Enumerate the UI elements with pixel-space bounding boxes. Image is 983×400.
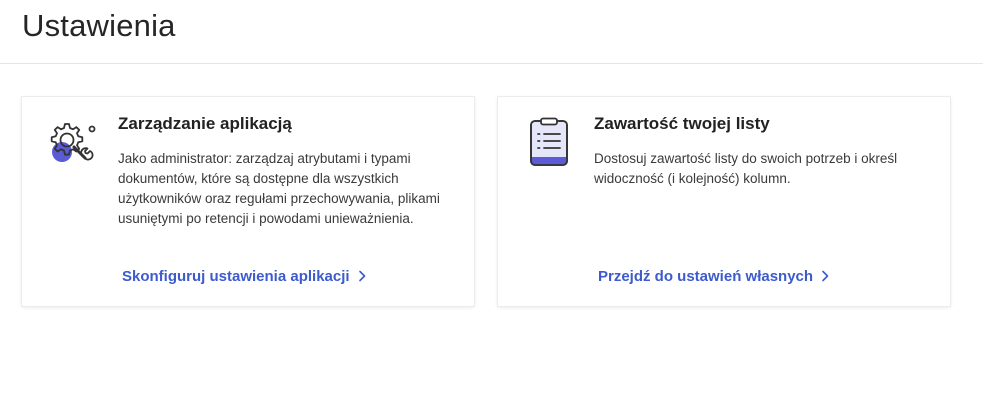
page-header: Ustawienia bbox=[0, 0, 983, 64]
card-list-content: Zawartość twojej listy Dostosuj zawartoś… bbox=[498, 97, 950, 306]
card-description: Dostosuj zawartość listy do swoich potrz… bbox=[594, 151, 898, 186]
chevron-right-icon bbox=[358, 268, 366, 288]
card-app-management: Zarządzanie aplikacją Jako administrator… bbox=[22, 97, 474, 306]
clipboard-list-icon bbox=[524, 117, 576, 169]
chevron-right-icon bbox=[821, 268, 829, 288]
card-title: Zawartość twojej listy bbox=[594, 114, 770, 133]
configure-app-settings-link[interactable]: Skonfiguruj ustawienia aplikacji bbox=[122, 267, 366, 288]
link-label: Skonfiguruj ustawienia aplikacji bbox=[122, 268, 350, 285]
link-label: Przejdź do ustawień własnych bbox=[598, 268, 814, 285]
card-description: Jako administrator: zarządzaj atrybutami… bbox=[118, 151, 440, 226]
page-title: Ustawienia bbox=[22, 8, 176, 43]
card-title: Zarządzanie aplikacją bbox=[118, 114, 292, 133]
gear-wrench-icon bbox=[48, 117, 100, 169]
go-to-own-settings-link[interactable]: Przejdź do ustawień własnych bbox=[598, 267, 829, 288]
